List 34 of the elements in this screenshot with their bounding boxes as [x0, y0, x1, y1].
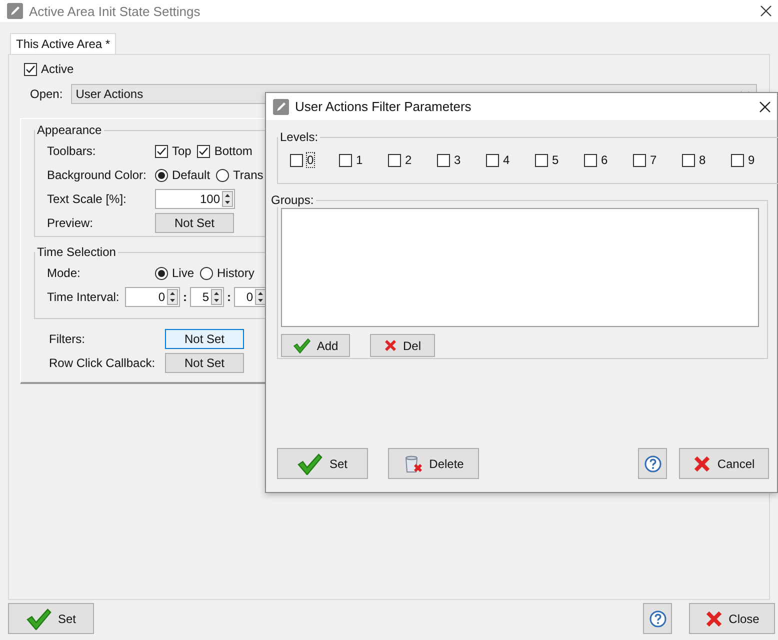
field-label: Open:	[30, 87, 63, 101]
field-label: Mode:	[47, 266, 82, 280]
group-title: Time Selection	[36, 245, 117, 259]
field-label: Filters:	[49, 332, 86, 346]
field-label: Row Click Callback:	[49, 356, 156, 370]
level-label: 3	[454, 153, 461, 167]
level-label: 8	[699, 153, 706, 167]
separator: :	[183, 290, 187, 304]
field-label: Time Interval:	[47, 290, 120, 304]
level-label: 5	[552, 153, 559, 167]
level-label: 1	[356, 153, 363, 167]
checkbox-label: Top	[172, 144, 192, 158]
radio-label: History	[217, 266, 254, 280]
level-label: 6	[601, 153, 608, 167]
level-label: 2	[405, 153, 412, 167]
radio-label: Trans	[233, 168, 264, 182]
radio-label: Default	[172, 168, 210, 182]
window-title: Active Area Init State Settings	[29, 4, 202, 18]
field-label: Background Color:	[47, 168, 148, 182]
group-title: Groups:	[270, 193, 315, 207]
checkbox-label: Bottom	[214, 144, 252, 158]
level-label: 0	[307, 153, 314, 167]
group-title: Levels:	[279, 130, 320, 144]
radio-label: Live	[172, 266, 194, 280]
checkbox-label: Active	[41, 62, 74, 76]
group-title: Appearance	[36, 123, 103, 137]
dialog-title: User Actions Filter Parameters	[295, 99, 472, 114]
level-label: 4	[503, 153, 510, 167]
field-label: Text Scale [%]:	[47, 192, 128, 206]
level-label: 9	[748, 153, 755, 167]
field-label: Preview:	[47, 216, 94, 230]
separator: :	[227, 290, 231, 304]
level-label: 7	[650, 153, 657, 167]
field-label: Toolbars:	[47, 144, 97, 158]
